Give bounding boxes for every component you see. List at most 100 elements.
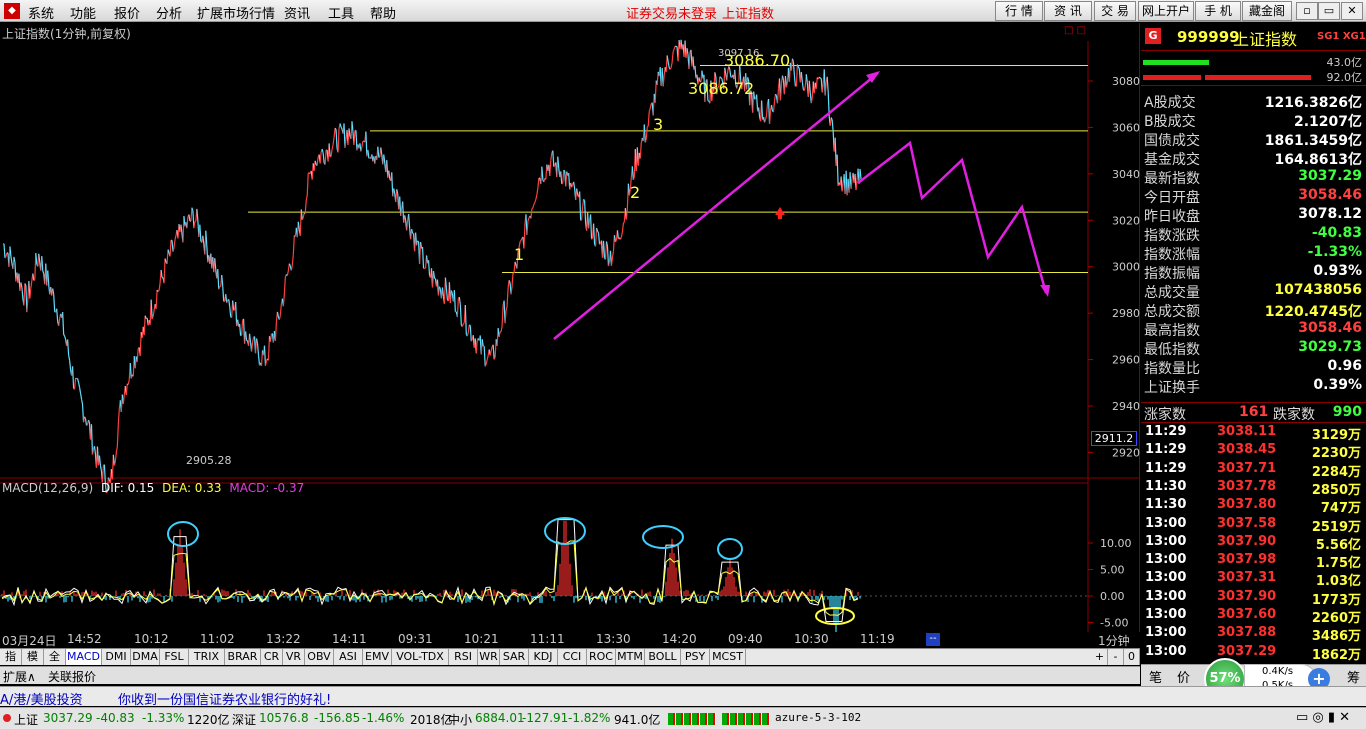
indicator-tab[interactable]: ROC [587, 649, 616, 665]
indicator-tab[interactable]: 全部 [44, 649, 66, 679]
tab-zoom-button[interactable]: - [1108, 649, 1124, 665]
menu-function[interactable]: 功能 [70, 3, 96, 22]
menu-quote[interactable]: 报价 [114, 3, 140, 22]
tick-row[interactable]: 11:29 3038.45 2230万 [1141, 442, 1366, 461]
info-button[interactable]: 资 讯 [1044, 1, 1092, 21]
indicator-tab[interactable]: RSI [449, 649, 478, 665]
indicator-tab[interactable]: DMA [131, 649, 160, 665]
price-segment [520, 238, 523, 241]
tick-row[interactable]: 13:00 3037.98 1.75亿 [1141, 552, 1366, 571]
price-segment [475, 340, 478, 354]
price-segment [649, 103, 652, 109]
indicator-tab[interactable]: OBV [305, 649, 334, 665]
indicator-tab[interactable]: BOLL [645, 649, 681, 665]
price-segment [645, 127, 648, 140]
indicator-tab[interactable]: VOL-TDX [392, 649, 449, 665]
login-status[interactable]: 证券交易未登录 [626, 3, 717, 22]
stat-label: 昨日收盘 [1144, 209, 1200, 225]
indicator-tab[interactable]: KDJ [529, 649, 558, 665]
label-level-b: 3086.72 [688, 79, 754, 98]
tick-row[interactable]: 13:00 3037.90 1773万 [1141, 589, 1366, 608]
tab-trades[interactable]: 笔 [1149, 667, 1162, 686]
side-g-icon: G [1145, 28, 1161, 44]
price-chart-svg[interactable]: 308030603040302030002980296029402920 10.… [0, 23, 1140, 633]
menu-system[interactable]: 系统 [28, 3, 54, 22]
tray-icons[interactable]: ▭ ◎ ▮ ✕ [1296, 710, 1350, 725]
open-account-button[interactable]: 网上开户 [1138, 1, 1194, 21]
menu-help[interactable]: 帮助 [370, 3, 396, 22]
stat-label: 指数涨幅 [1144, 247, 1200, 263]
tick-row[interactable]: 11:29 3038.11 3129万 [1141, 424, 1366, 443]
quote-button[interactable]: 行 情 [995, 1, 1043, 21]
tick-row[interactable]: 13:00 3037.31 1.03亿 [1141, 570, 1366, 589]
tick-row[interactable]: 13:00 3037.88 3486万 [1141, 625, 1366, 644]
period-label[interactable]: 1分钟 [1098, 632, 1130, 649]
server-name[interactable]: azure-5-3-102 [775, 711, 861, 724]
price-segment [768, 110, 772, 124]
price-segment [321, 148, 324, 153]
tick-list[interactable]: 11:29 3038.11 3129万 11:29 3038.45 2230万 11:29 3… [1141, 424, 1366, 663]
breadth-indicator [722, 713, 770, 725]
indicator-tab[interactable]: BRAR [225, 649, 261, 665]
indicator-tab[interactable]: VR [283, 649, 305, 665]
price-segment [283, 276, 286, 294]
trade-button[interactable]: 交 易 [1094, 1, 1136, 21]
macd-title-row: MACD(12,26,9) DIF: 0.15 DEA: 0.33 MACD: … [2, 481, 304, 495]
price-segment [826, 76, 829, 93]
tick-row[interactable]: 13:00 3037.58 2519万 [1141, 516, 1366, 535]
indicator-tab[interactable]: CCI [558, 649, 587, 665]
price-segment [667, 61, 670, 68]
indicator-tab[interactable]: CR [261, 649, 283, 665]
indicator-tab[interactable]: WR [478, 649, 500, 665]
indicator-tab[interactable]: PSY [681, 649, 710, 665]
price-segment [240, 334, 242, 337]
tick-row[interactable]: 11:30 3037.80 747万 [1141, 497, 1366, 516]
minimize-icon[interactable]: ▫ [1296, 2, 1318, 20]
chart-panel[interactable]: 上证指数(1分钟,前复权) □ □ 3080 3060 3040 3020 3000 29… [0, 23, 1140, 648]
tab-chips[interactable]: 筹 [1347, 667, 1360, 686]
news-left[interactable]: A/港/美股投资 [0, 689, 83, 708]
tick-price: 3037.31 [1217, 570, 1277, 586]
stat-value: -1.33% [1307, 244, 1362, 260]
menu-ext-market[interactable]: 扩展市场行情 [197, 3, 275, 22]
indicator-tab[interactable]: 指标 [0, 649, 22, 679]
indicator-tab[interactable]: 模板 [22, 649, 44, 679]
zx-label[interactable]: 中小 [448, 711, 472, 728]
menu-info[interactable]: 资讯 [284, 3, 310, 22]
tick-row[interactable]: 11:29 3037.71 2284万 [1141, 461, 1366, 480]
indicator-tab[interactable]: FSL [160, 649, 189, 665]
app-logo-icon: ◆ [4, 3, 20, 19]
price-segment [686, 48, 689, 55]
tab-zoom-button[interactable]: + [1092, 649, 1108, 665]
tab-zoom-button[interactable]: 0 [1124, 649, 1140, 665]
menu-tools[interactable]: 工具 [328, 3, 354, 22]
vault-button[interactable]: 藏金阁 [1242, 1, 1292, 21]
maximize-icon[interactable]: ▭ [1318, 2, 1340, 20]
indicator-tab[interactable]: SAR [500, 649, 529, 665]
tick-time: 13:00 [1145, 533, 1187, 549]
tab-price[interactable]: 价 [1177, 667, 1190, 686]
indicator-tab[interactable]: MTM [616, 649, 645, 665]
sh-label[interactable]: 上证 [14, 711, 38, 728]
tick-row[interactable]: 11:30 3037.78 2850万 [1141, 479, 1366, 498]
menu-analysis[interactable]: 分析 [156, 3, 182, 22]
price-segment [421, 246, 425, 269]
mobile-button[interactable]: 手 机 [1195, 1, 1241, 21]
indicator-tab[interactable]: MACD [66, 649, 102, 665]
indicator-tab[interactable]: TRIX [189, 649, 225, 665]
subtab-related[interactable]: 关联报价 [48, 668, 96, 685]
indicator-tab[interactable]: EMV [363, 649, 392, 665]
indicator-tab[interactable]: MCST [710, 649, 746, 665]
price-segment [404, 215, 407, 221]
tick-row[interactable]: 13:00 3037.90 5.56亿 [1141, 533, 1366, 553]
tick-row[interactable]: 13:00 3037.60 2260万 [1141, 607, 1366, 626]
indicator-tab[interactable]: ASI [334, 649, 363, 665]
close-icon[interactable]: ✕ [1341, 2, 1363, 20]
sell-bar-b [1205, 75, 1311, 80]
sz-label[interactable]: 深证 [232, 711, 256, 728]
price-segment [781, 75, 785, 81]
subtab-expand[interactable]: 扩展∧ [3, 668, 36, 685]
indicator-tab[interactable]: DMI [102, 649, 131, 665]
news-message[interactable]: 你收到一份国信证券农业银行的好礼! [118, 689, 331, 708]
x-axis-end-box[interactable]: -- [926, 633, 940, 646]
